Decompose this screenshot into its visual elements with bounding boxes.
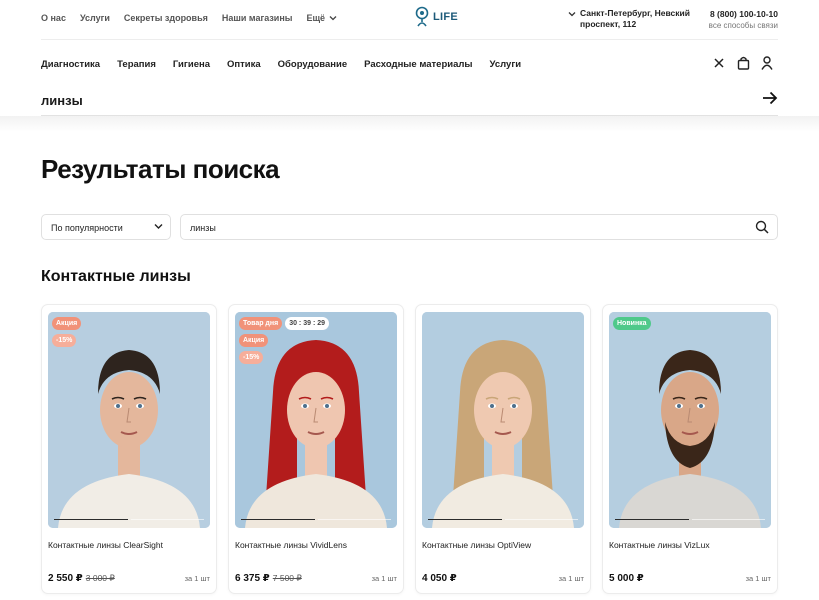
top-link-about[interactable]: О нас xyxy=(41,13,66,23)
product-price: 2 550 ₽3 000 ₽ xyxy=(48,573,115,584)
product-image[interactable]: Товар дня 30 : 39 : 29 Акция -15% xyxy=(235,312,397,528)
city-selector[interactable]: Санкт-Петербург, Невский проспект, 112 xyxy=(568,8,692,30)
discount-badge: -15% xyxy=(239,351,264,364)
image-pager[interactable] xyxy=(615,519,765,521)
product-card[interactable]: Контактные линзы OptiView 4 050 ₽ за 1 ш… xyxy=(415,304,591,594)
nav-item-equipment[interactable]: Оборудование xyxy=(278,59,347,70)
header-actions xyxy=(712,56,774,70)
sort-select[interactable]: По популярности xyxy=(41,214,171,240)
contact-ways-link[interactable]: все способы связи xyxy=(709,20,778,32)
sort-value: По популярности xyxy=(51,223,123,233)
current-price: 5 000 ₽ xyxy=(609,573,644,584)
product-name[interactable]: Контактные линзы VizLux xyxy=(609,540,710,550)
badge-list: Акция -15% xyxy=(52,317,82,347)
header-shadow xyxy=(0,116,819,132)
address-text: Санкт-Петербург, Невский проспект, 112 xyxy=(580,8,690,29)
profile-button[interactable] xyxy=(760,56,774,70)
cart-button[interactable] xyxy=(736,56,750,70)
discount-badge: -15% xyxy=(52,334,77,347)
price-unit: за 1 шт xyxy=(371,574,397,583)
user-icon xyxy=(761,56,773,70)
current-price: 2 550 ₽ xyxy=(48,573,83,584)
sale-badge: Акция xyxy=(52,317,82,330)
product-card[interactable]: Товар дня 30 : 39 : 29 Акция -15% Контактн… xyxy=(228,304,404,594)
day-offer-badge: Товар дня xyxy=(239,317,283,330)
chevron-down-icon xyxy=(568,12,576,17)
sale-badge: Акция xyxy=(239,334,269,347)
search-submit-button[interactable] xyxy=(762,91,778,110)
main-nav: Диагностика Терапия Гигиена Оптика Обору… xyxy=(41,54,778,76)
top-link-services[interactable]: Услуги xyxy=(80,13,110,23)
logo-mark-icon xyxy=(415,6,429,27)
chevron-down-icon xyxy=(154,224,163,229)
shopping-bag-icon xyxy=(737,56,749,70)
day-offer-row: Товар дня 30 : 39 : 29 xyxy=(239,317,330,330)
countdown-timer: 30 : 39 : 29 xyxy=(285,317,330,330)
contacts: 8 (800) 100-10-10 все способы связи xyxy=(709,8,778,32)
product-image[interactable] xyxy=(422,312,584,528)
badge-list: Новинка xyxy=(613,317,651,330)
close-search-button[interactable] xyxy=(712,56,726,70)
image-pager[interactable] xyxy=(241,519,391,521)
price-unit: за 1 шт xyxy=(558,574,584,583)
search-input-value: линзы xyxy=(190,223,216,233)
logo-text: LIFE xyxy=(433,11,459,23)
image-pager[interactable] xyxy=(54,519,204,521)
badge-list: Товар дня 30 : 39 : 29 Акция -15% xyxy=(239,317,330,364)
header-search-input[interactable]: линзы xyxy=(41,93,83,108)
product-name[interactable]: Контактные линзы VividLens xyxy=(235,540,347,550)
new-badge: Новинка xyxy=(613,317,651,330)
close-icon xyxy=(714,58,724,68)
old-price: 3 000 ₽ xyxy=(85,573,115,583)
product-price: 6 375 ₽7 500 ₽ xyxy=(235,573,302,584)
nav-item-hygiene[interactable]: Гигиена xyxy=(173,59,210,70)
current-price: 4 050 ₽ xyxy=(422,573,457,584)
nav-item-services[interactable]: Услуги xyxy=(490,59,522,70)
search-input[interactable]: линзы xyxy=(180,214,778,240)
logo[interactable]: LIFE xyxy=(414,6,458,28)
product-name[interactable]: Контактные линзы ClearSight xyxy=(48,540,163,550)
header-search[interactable]: линзы xyxy=(41,88,778,116)
product-grid: Акция -15% Контактные линзы ClearSight 2 … xyxy=(41,304,778,600)
price-unit: за 1 шт xyxy=(184,574,210,583)
section-title: Контактные линзы xyxy=(41,268,191,285)
product-card[interactable]: Новинка Контактные линзы VizLux 5 000 ₽ … xyxy=(602,304,778,594)
product-image[interactable]: Акция -15% xyxy=(48,312,210,528)
category-links: Диагностика Терапия Гигиена Оптика Обору… xyxy=(41,59,521,70)
old-price: 7 500 ₽ xyxy=(272,573,302,583)
arrow-right-icon xyxy=(763,91,778,105)
top-link-stores[interactable]: Наши магазины xyxy=(222,13,293,23)
product-name[interactable]: Контактные линзы OptiView xyxy=(422,540,531,550)
product-image[interactable]: Новинка xyxy=(609,312,771,528)
nav-item-therapy[interactable]: Терапия xyxy=(117,59,156,70)
search-button[interactable] xyxy=(755,220,769,236)
product-card[interactable]: Акция -15% Контактные линзы ClearSight 2 … xyxy=(41,304,217,594)
price-unit: за 1 шт xyxy=(745,574,771,583)
chevron-down-icon xyxy=(329,16,337,21)
image-pager[interactable] xyxy=(428,519,578,521)
top-bar: О нас Услуги Секреты здоровья Наши магаз… xyxy=(41,0,778,40)
top-links: О нас Услуги Секреты здоровья Наши магаз… xyxy=(41,13,337,23)
nav-item-diagnostics[interactable]: Диагностика xyxy=(41,59,100,70)
top-link-health-secrets[interactable]: Секреты здоровья xyxy=(124,13,208,23)
product-price: 5 000 ₽ xyxy=(609,573,647,584)
more-menu-button[interactable]: Ещё xyxy=(306,13,337,23)
more-label: Ещё xyxy=(306,13,326,23)
search-icon xyxy=(755,220,769,234)
current-price: 6 375 ₽ xyxy=(235,573,270,584)
page-title: Результаты поиска xyxy=(41,154,280,184)
nav-item-optics[interactable]: Оптика xyxy=(227,59,261,70)
nav-item-consumables[interactable]: Расходные материалы xyxy=(364,59,472,70)
phone-number[interactable]: 8 (800) 100-10-10 xyxy=(709,8,778,20)
product-price: 4 050 ₽ xyxy=(422,573,460,584)
